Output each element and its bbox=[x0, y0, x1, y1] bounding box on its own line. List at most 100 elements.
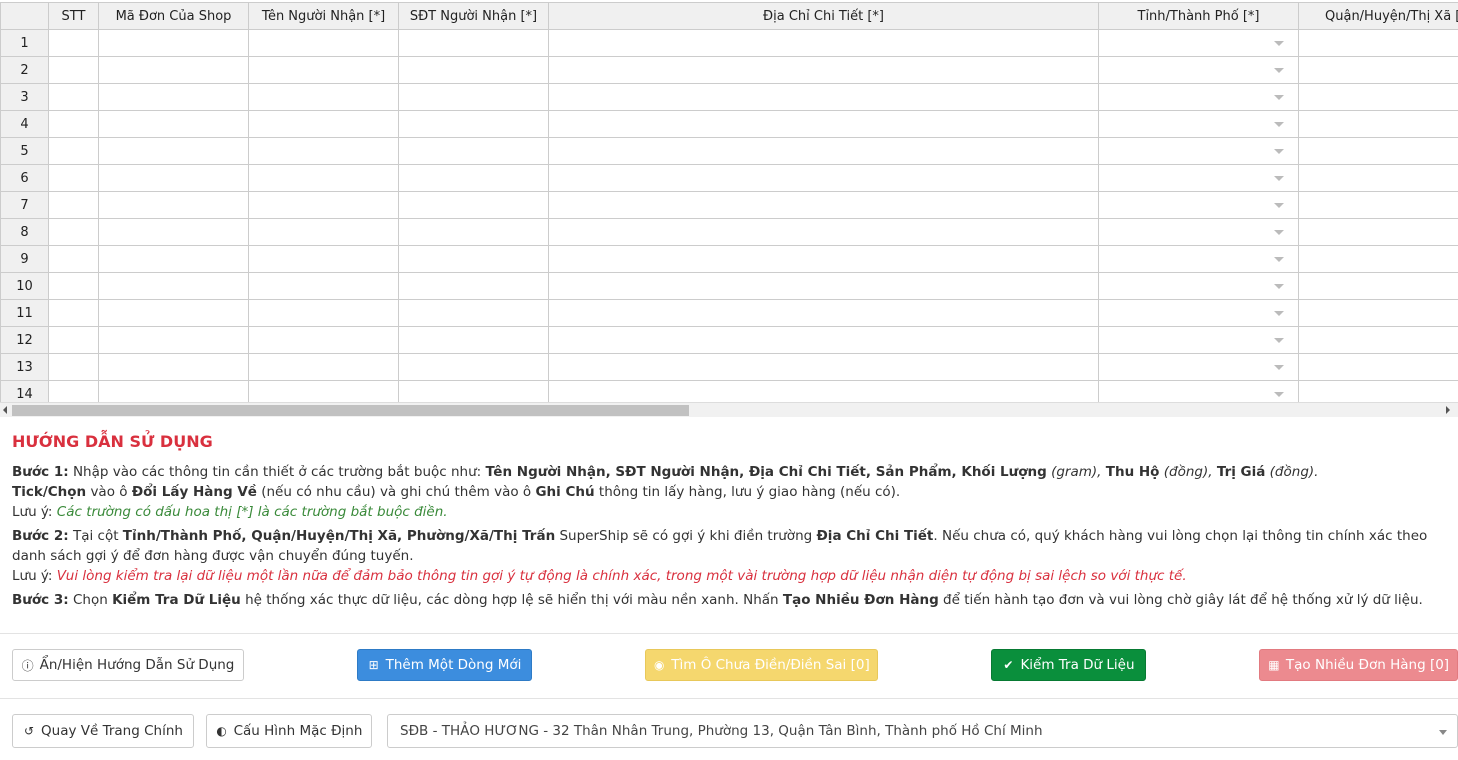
scrollbar-thumb[interactable] bbox=[12, 405, 689, 416]
cell-recipient-name[interactable] bbox=[248, 191, 399, 219]
cell-recipient-name[interactable] bbox=[248, 56, 399, 84]
cell-recipient-phone[interactable] bbox=[398, 299, 549, 327]
cell-shop-code[interactable] bbox=[98, 218, 249, 246]
cell-address[interactable] bbox=[548, 191, 1099, 219]
cell-district[interactable] bbox=[1298, 191, 1458, 219]
cell-district[interactable] bbox=[1298, 380, 1458, 402]
add-row-button[interactable]: ⊞ Thêm Một Dòng Mới bbox=[357, 649, 532, 681]
chevron-down-icon[interactable] bbox=[1274, 68, 1284, 73]
pickup-address-select[interactable]: SĐB - THẢO HƯƠNG - 32 Thân Nhân Trung, P… bbox=[387, 714, 1458, 748]
cell-address[interactable] bbox=[548, 56, 1099, 84]
cell-address[interactable] bbox=[548, 326, 1099, 354]
cell-address[interactable] bbox=[548, 29, 1099, 57]
chevron-down-icon[interactable] bbox=[1274, 176, 1284, 181]
row-number[interactable]: 10 bbox=[0, 272, 49, 300]
cell-province[interactable] bbox=[1098, 56, 1299, 84]
find-empty-cells-button[interactable]: ◉ Tìm Ô Chưa Điền/Điền Sai [0] bbox=[645, 649, 878, 681]
cell-address[interactable] bbox=[548, 164, 1099, 192]
cell-recipient-phone[interactable] bbox=[398, 353, 549, 381]
row-number[interactable]: 11 bbox=[0, 299, 49, 327]
cell-stt[interactable] bbox=[48, 272, 99, 300]
row-number[interactable]: 9 bbox=[0, 245, 49, 273]
cell-stt[interactable] bbox=[48, 137, 99, 165]
chevron-down-icon[interactable] bbox=[1274, 41, 1284, 46]
cell-recipient-name[interactable] bbox=[248, 245, 399, 273]
cell-stt[interactable] bbox=[48, 218, 99, 246]
cell-stt[interactable] bbox=[48, 299, 99, 327]
cell-address[interactable] bbox=[548, 218, 1099, 246]
cell-recipient-name[interactable] bbox=[248, 164, 399, 192]
cell-province[interactable] bbox=[1098, 191, 1299, 219]
cell-recipient-name[interactable] bbox=[248, 299, 399, 327]
cell-district[interactable] bbox=[1298, 83, 1458, 111]
scroll-left-icon[interactable] bbox=[3, 406, 7, 414]
create-orders-button[interactable]: ▦ Tạo Nhiều Đơn Hàng [0] bbox=[1259, 649, 1458, 681]
cell-district[interactable] bbox=[1298, 272, 1458, 300]
chevron-down-icon[interactable] bbox=[1274, 203, 1284, 208]
cell-district[interactable] bbox=[1298, 137, 1458, 165]
row-number[interactable]: 2 bbox=[0, 56, 49, 84]
cell-shop-code[interactable] bbox=[98, 110, 249, 138]
cell-shop-code[interactable] bbox=[98, 29, 249, 57]
cell-recipient-phone[interactable] bbox=[398, 56, 549, 84]
cell-district[interactable] bbox=[1298, 299, 1458, 327]
cell-district[interactable] bbox=[1298, 245, 1458, 273]
cell-recipient-phone[interactable] bbox=[398, 29, 549, 57]
cell-shop-code[interactable] bbox=[98, 191, 249, 219]
cell-recipient-phone[interactable] bbox=[398, 218, 549, 246]
chevron-down-icon[interactable] bbox=[1274, 338, 1284, 343]
column-header-address[interactable]: Địa Chỉ Chi Tiết [*] bbox=[548, 2, 1099, 30]
cell-stt[interactable] bbox=[48, 29, 99, 57]
cell-address[interactable] bbox=[548, 110, 1099, 138]
chevron-down-icon[interactable] bbox=[1274, 122, 1284, 127]
back-home-button[interactable]: ↺ Quay Về Trang Chính bbox=[12, 714, 194, 748]
row-number[interactable]: 13 bbox=[0, 353, 49, 381]
cell-stt[interactable] bbox=[48, 56, 99, 84]
cell-recipient-name[interactable] bbox=[248, 380, 399, 402]
cell-address[interactable] bbox=[548, 380, 1099, 402]
cell-province[interactable] bbox=[1098, 110, 1299, 138]
cell-province[interactable] bbox=[1098, 272, 1299, 300]
cell-province[interactable] bbox=[1098, 326, 1299, 354]
cell-recipient-phone[interactable] bbox=[398, 380, 549, 402]
cell-shop-code[interactable] bbox=[98, 137, 249, 165]
row-number[interactable]: 1 bbox=[0, 29, 49, 57]
cell-shop-code[interactable] bbox=[98, 164, 249, 192]
cell-recipient-name[interactable] bbox=[248, 137, 399, 165]
cell-shop-code[interactable] bbox=[98, 83, 249, 111]
cell-province[interactable] bbox=[1098, 29, 1299, 57]
cell-district[interactable] bbox=[1298, 29, 1458, 57]
cell-address[interactable] bbox=[548, 299, 1099, 327]
cell-district[interactable] bbox=[1298, 110, 1458, 138]
row-number[interactable]: 14 bbox=[0, 380, 49, 402]
cell-shop-code[interactable] bbox=[98, 56, 249, 84]
column-header-recipient-phone[interactable]: SĐT Người Nhận [*] bbox=[398, 2, 549, 30]
cell-recipient-name[interactable] bbox=[248, 83, 399, 111]
cell-stt[interactable] bbox=[48, 380, 99, 402]
cell-address[interactable] bbox=[548, 245, 1099, 273]
scroll-right-icon[interactable] bbox=[1446, 406, 1450, 414]
chevron-down-icon[interactable] bbox=[1274, 284, 1284, 289]
cell-shop-code[interactable] bbox=[98, 272, 249, 300]
toggle-guide-button[interactable]: ⓘ Ẩn/Hiện Hướng Dẫn Sử Dụng bbox=[12, 649, 244, 681]
cell-province[interactable] bbox=[1098, 353, 1299, 381]
cell-district[interactable] bbox=[1298, 56, 1458, 84]
column-header-recipient-name[interactable]: Tên Người Nhận [*] bbox=[248, 2, 399, 30]
cell-stt[interactable] bbox=[48, 326, 99, 354]
cell-recipient-phone[interactable] bbox=[398, 326, 549, 354]
cell-recipient-name[interactable] bbox=[248, 272, 399, 300]
cell-recipient-phone[interactable] bbox=[398, 164, 549, 192]
cell-district[interactable] bbox=[1298, 353, 1458, 381]
cell-recipient-phone[interactable] bbox=[398, 272, 549, 300]
chevron-down-icon[interactable] bbox=[1274, 149, 1284, 154]
cell-recipient-phone[interactable] bbox=[398, 137, 549, 165]
cell-address[interactable] bbox=[548, 83, 1099, 111]
cell-recipient-name[interactable] bbox=[248, 353, 399, 381]
column-header-district[interactable]: Quận/Huyện/Thị Xã [*] bbox=[1298, 2, 1458, 30]
cell-recipient-name[interactable] bbox=[248, 218, 399, 246]
cell-province[interactable] bbox=[1098, 380, 1299, 402]
column-header-province[interactable]: Tỉnh/Thành Phố [*] bbox=[1098, 2, 1299, 30]
cell-recipient-name[interactable] bbox=[248, 326, 399, 354]
chevron-down-icon[interactable] bbox=[1274, 365, 1284, 370]
row-number[interactable]: 3 bbox=[0, 83, 49, 111]
